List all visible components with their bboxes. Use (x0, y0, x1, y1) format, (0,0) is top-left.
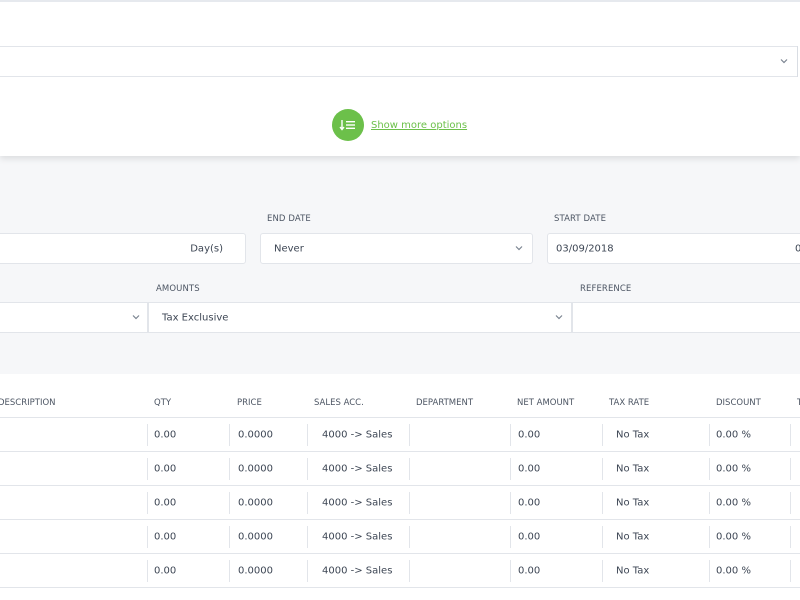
overflow-cell[interactable] (790, 492, 800, 514)
qty-cell[interactable]: 0.00 (147, 560, 229, 582)
discount-cell[interactable]: 0.00 % (709, 492, 790, 514)
end-date-select[interactable]: Never (260, 233, 533, 264)
sales-acc-cell[interactable]: 4000 -> Sales (307, 492, 409, 514)
show-more-options-link[interactable]: Show more options (371, 120, 467, 131)
reference-input[interactable] (572, 302, 800, 333)
net-amount-cell[interactable]: 0.00 (510, 424, 602, 446)
overflow-cell[interactable] (790, 458, 800, 480)
line-items-table: DESCRIPTION QTY PRICE SALES ACC. DEPARTM… (0, 374, 800, 600)
start-date-value: 03/09/2018 (556, 243, 614, 254)
sales-acc-cell[interactable]: 4000 -> Sales (307, 424, 409, 446)
amounts-select[interactable]: Tax Exclusive (148, 302, 572, 333)
header-description: DESCRIPTION (0, 398, 56, 408)
tax-rate-cell[interactable]: No Tax (602, 458, 709, 480)
tax-rate-cell[interactable]: No Tax (602, 492, 709, 514)
discount-cell[interactable]: 0.00 % (709, 458, 790, 480)
tax-rate-cell[interactable]: No Tax (602, 560, 709, 582)
row-divider (0, 587, 800, 588)
net-amount-cell[interactable]: 0.00 (510, 560, 602, 582)
options-card: Show more options (0, 0, 800, 156)
header-net-amount: NET AMOUNT (517, 398, 575, 408)
chevron-down-icon (514, 243, 526, 255)
qty-cell[interactable]: 0.00 (147, 526, 229, 548)
sort-list-icon[interactable] (332, 109, 364, 141)
header-sales-acc: SALES ACC. (314, 398, 364, 408)
sales-acc-cell[interactable]: 4000 -> Sales (307, 560, 409, 582)
overflow-cell[interactable] (790, 526, 800, 548)
qty-cell[interactable]: 0.00 (147, 492, 229, 514)
department-cell[interactable] (409, 560, 510, 582)
header-discount: DISCOUNT (716, 398, 761, 408)
show-more-options[interactable]: Show more options (332, 109, 467, 141)
header-tax-rate: TAX RATE (609, 398, 650, 408)
sales-acc-cell[interactable]: 4000 -> Sales (307, 526, 409, 548)
discount-cell[interactable]: 0.00 % (709, 526, 790, 548)
price-cell[interactable]: 0.0000 (229, 526, 307, 548)
tax-rate-cell[interactable]: No Tax (602, 424, 709, 446)
price-cell[interactable]: 0.0000 (229, 424, 307, 446)
overflow-cell[interactable] (790, 424, 800, 446)
previous-select[interactable] (0, 302, 148, 333)
net-amount-cell[interactable]: 0.00 (510, 458, 602, 480)
price-cell[interactable]: 0.0000 (229, 560, 307, 582)
department-cell[interactable] (409, 526, 510, 548)
price-cell[interactable]: 0.0000 (229, 458, 307, 480)
net-amount-cell[interactable]: 0.00 (510, 526, 602, 548)
table-row: 0.00 0.0000 4000 -> Sales 0.00 No Tax 0.… (0, 485, 800, 519)
chevron-down-icon (131, 312, 143, 324)
start-date-label: START DATE (554, 214, 607, 224)
field-divider (797, 46, 798, 77)
chevron-down-icon (779, 56, 791, 68)
end-date-value: Never (274, 243, 304, 254)
amounts-value: Tax Exclusive (162, 312, 229, 323)
reference-label: REFERENCE (580, 284, 632, 294)
tax-rate-cell[interactable]: No Tax (602, 526, 709, 548)
department-cell[interactable] (409, 424, 510, 446)
table-row: 0.00 0.0000 4000 -> Sales 0.00 No Tax 0.… (0, 553, 800, 587)
table-row: 0.00 0.0000 4000 -> Sales 0.00 No Tax 0.… (0, 417, 800, 451)
top-select-field[interactable] (0, 46, 797, 77)
qty-cell[interactable]: 0.00 (147, 458, 229, 480)
department-cell[interactable] (409, 458, 510, 480)
frequency-unit: Day(s) (190, 243, 223, 254)
start-date-input[interactable]: 03/09/2018 0 (547, 233, 800, 264)
chevron-down-icon (554, 312, 566, 324)
table-row: 0.00 0.0000 4000 -> Sales 0.00 No Tax 0.… (0, 519, 800, 553)
header-department: DEPARTMENT (416, 398, 474, 408)
header-qty: QTY (154, 398, 172, 408)
end-date-label: END DATE (267, 214, 311, 224)
table-row: 0.00 0.0000 4000 -> Sales 0.00 No Tax 0.… (0, 451, 800, 485)
frequency-field[interactable]: Day(s) (0, 233, 246, 264)
start-date-suffix: 0 (795, 243, 800, 254)
overflow-cell[interactable] (790, 560, 800, 582)
discount-cell[interactable]: 0.00 % (709, 424, 790, 446)
net-amount-cell[interactable]: 0.00 (510, 492, 602, 514)
qty-cell[interactable]: 0.00 (147, 424, 229, 446)
discount-cell[interactable]: 0.00 % (709, 560, 790, 582)
department-cell[interactable] (409, 492, 510, 514)
price-cell[interactable]: 0.0000 (229, 492, 307, 514)
amounts-label: AMOUNTS (156, 284, 200, 294)
header-price: PRICE (237, 398, 262, 408)
sales-acc-cell[interactable]: 4000 -> Sales (307, 458, 409, 480)
